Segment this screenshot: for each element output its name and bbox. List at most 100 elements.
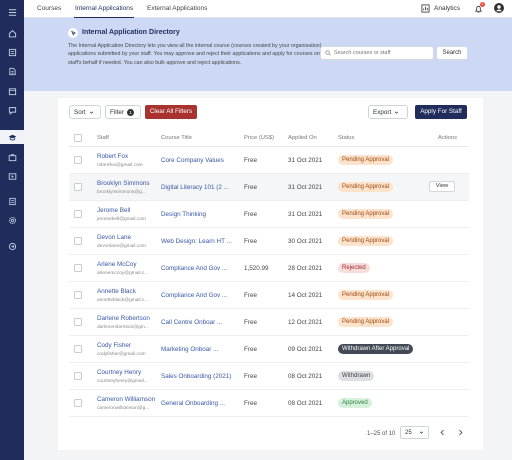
row-checkbox[interactable] [74,264,82,272]
search-button[interactable]: Search [436,46,468,60]
course-title-link[interactable]: Core Company Values [161,157,235,164]
staff-name[interactable]: Devon Lane [97,234,131,241]
table-row[interactable]: Annette Black annetteblack@gmail.c... Comp… [69,282,469,309]
course-title-link[interactable]: Digital Literacy 101 (2 ... [161,184,235,191]
search-input[interactable] [334,50,428,56]
filter-label: Filter [110,108,124,116]
select-all-checkbox[interactable] [74,134,82,142]
row-checkbox[interactable] [74,399,82,407]
sidebar-item-documents[interactable] [0,64,24,78]
calendar-icon [8,87,16,95]
next-page-icon[interactable] [457,429,464,436]
sidebar-item-calendar[interactable] [0,84,24,98]
row-checkbox[interactable] [74,372,82,380]
sidebar-item-settings[interactable] [0,213,24,227]
sort-dropdown[interactable]: Sort [69,105,101,119]
course-title-link[interactable]: Marketing Onboar ... [161,346,235,353]
clear-filters-button[interactable]: Clear All Filters [145,105,197,119]
tab-external-applications[interactable]: External Applications [146,0,208,18]
top-bar: Courses Internal Applications External A… [24,0,512,18]
table-row[interactable]: Arlene McCoy arlenemccoy@gmail.c... Compli… [69,255,469,282]
row-checkbox[interactable] [74,183,82,191]
analytics-link[interactable]: Analytics [421,4,460,13]
course-title-link[interactable]: Call Centre Onboar ... [161,319,235,326]
notification-badge: 1 [480,2,485,7]
staff-name[interactable]: Courtney Henry [97,369,141,376]
course-title-link[interactable]: Compliance And Gov ... [161,265,235,272]
graduation-cap-icon [8,134,16,140]
row-checkbox[interactable] [74,210,82,218]
table-row[interactable]: Darlene Robertson darlenerobertson@gm... C… [69,309,469,336]
staff-name[interactable]: Brooklyn Simmons [97,180,150,187]
sort-label: Sort [74,108,86,116]
sidebar-item-logout[interactable] [0,239,24,253]
course-title-link[interactable]: General Onboarding ... [161,400,235,407]
course-title-link[interactable]: Design Thinking [161,211,235,218]
status-badge: Rejected [338,263,370,273]
header-staff: Staff [97,135,109,141]
staff-email: devonlane@gmail.com [97,244,146,249]
staff-name[interactable]: Annette Black [97,288,136,295]
chat-icon [8,106,16,115]
staff-name[interactable]: Jerome Bell [97,207,130,214]
apply-for-staff-button[interactable]: Apply For Staff [415,105,467,119]
row-checkbox[interactable] [74,291,82,299]
header-actions: Actions [438,135,458,141]
row-checkbox[interactable] [74,345,82,353]
tab-courses[interactable]: Courses [36,0,62,18]
table-row[interactable]: Devon Lane devonlane@gmail.com Web Design:… [69,228,469,255]
sidebar-item-jobs[interactable] [0,150,24,164]
staff-name[interactable]: Robert Fox [97,153,128,160]
table-row[interactable]: Jerome Bell jeromebell@gmail.com Design Th… [69,201,469,228]
menu-icon [8,8,16,16]
sidebar-item-messages[interactable] [0,103,24,117]
status-badge: Withdrawn [338,371,375,381]
per-page-value: 25 [405,429,412,436]
staff-name[interactable]: Arlene McCoy [97,261,137,268]
course-title-link[interactable]: Compliance And Gov ... [161,292,235,299]
table-row[interactable]: Cameron Williamson cameronwilliamson@g...… [69,390,469,417]
header-course-title: Course Title [161,135,192,141]
table-row[interactable]: Courtney Henry courtneyhenry@gmail... Sale… [69,363,469,390]
sidebar-item-reports[interactable] [0,194,24,208]
staff-email: robertfox@gmail.com [97,163,143,168]
row-checkbox[interactable] [74,237,82,245]
table-row[interactable]: Cody Fisher codyfisher@gmail.com Marketing… [69,336,469,363]
view-button[interactable]: View [429,181,455,192]
search-icon [325,50,331,56]
sidebar-item-library[interactable] [0,45,24,59]
status-badge: Pending Approval [338,155,394,165]
sidebar [0,0,24,460]
search-box [320,46,434,60]
sidebar-item-media[interactable] [0,169,24,183]
table-row[interactable]: Brooklyn Simmons brooklynsimmons@g... Digi… [69,174,469,201]
status-badge: Withdrawn After Approval [338,344,414,354]
staff-name[interactable]: Cody Fisher [97,342,131,349]
previous-page-icon[interactable] [439,429,446,436]
page-description: The Internal Application Directory lets … [68,43,325,66]
sidebar-item-courses[interactable] [0,130,24,144]
staff-name[interactable]: Cameron Williamson [97,396,155,403]
filter-button[interactable]: Filter 1 [105,105,141,119]
course-title-link[interactable]: Sales Onboarding (2021) [161,373,235,380]
row-checkbox[interactable] [74,156,82,164]
per-page-select[interactable]: 25 [400,426,429,439]
tab-internal-applications[interactable]: Internal Applications [74,0,135,18]
staff-name[interactable]: Darlene Robertson [97,315,150,322]
table-row[interactable]: Robert Fox robertfox@gmail.com Core Compan… [69,147,469,174]
logout-icon [8,242,16,250]
price: Free [244,373,257,380]
user-avatar[interactable] [494,3,504,13]
library-icon [8,48,16,56]
price: Free [244,292,257,299]
applied-date: 12 Oct 2021 [288,319,323,326]
applied-date: 08 Oct 2021 [288,373,323,380]
price: Free [244,157,257,164]
sidebar-item-home[interactable] [0,26,24,40]
export-dropdown[interactable]: Export [368,105,408,119]
directory-icon-wrap [68,28,78,38]
sidebar-item-menu[interactable] [0,5,24,19]
row-checkbox[interactable] [74,318,82,326]
course-title-link[interactable]: Web Design: Learn HT ... [161,238,235,245]
header-status: Status [338,135,355,141]
